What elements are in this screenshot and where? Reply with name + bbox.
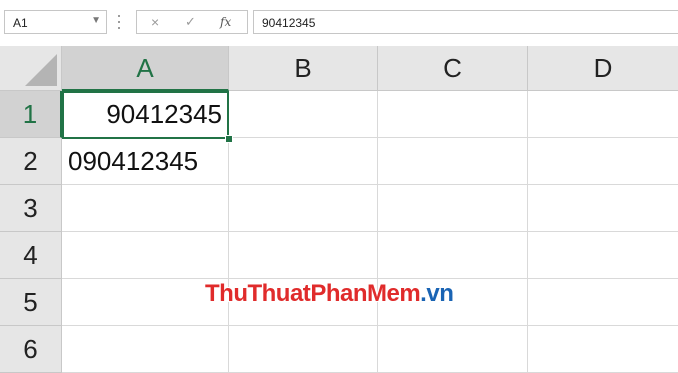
cell-a4[interactable] (62, 232, 229, 279)
name-box-value: A1 (13, 16, 28, 30)
cell-d3[interactable] (528, 185, 678, 232)
column-header-d[interactable]: D (528, 46, 678, 91)
cell-c6[interactable] (378, 326, 528, 373)
row-header-1[interactable]: 1 (0, 91, 62, 138)
cell-a1[interactable]: 90412345 (62, 91, 229, 138)
cell-a5[interactable] (62, 279, 229, 326)
column-header-c[interactable]: C (378, 46, 528, 91)
formula-value: 90412345 (262, 16, 316, 30)
enter-icon[interactable]: ✓ (185, 14, 196, 30)
cell-a6[interactable] (62, 326, 229, 373)
row-header-5[interactable]: 5 (0, 279, 62, 326)
cell-d6[interactable] (528, 326, 678, 373)
cell-c1[interactable] (378, 91, 528, 138)
cell-d1[interactable] (528, 91, 678, 138)
cell-b6[interactable] (229, 326, 378, 373)
cell-b1[interactable] (229, 91, 378, 138)
cell-c3[interactable] (378, 185, 528, 232)
cell-a2[interactable]: 090412345 (62, 138, 229, 185)
chevron-down-icon[interactable]: ▼ (91, 15, 101, 26)
cell-c2[interactable] (378, 138, 528, 185)
name-box[interactable]: A1 ▼ (4, 10, 107, 34)
row-header-3[interactable]: 3 (0, 185, 62, 232)
formula-input[interactable]: 90412345 (253, 10, 678, 34)
watermark-part-1: ThuThuat (205, 280, 311, 307)
drag-handle-icon[interactable] (117, 15, 121, 29)
cell-a3[interactable] (62, 185, 229, 232)
row-header-2[interactable]: 2 (0, 138, 62, 185)
cell-b4[interactable] (229, 232, 378, 279)
cancel-icon[interactable]: × (151, 14, 159, 30)
cell-b3[interactable] (229, 185, 378, 232)
formula-bar-area: A1 ▼ × ✓ fx 90412345 (0, 0, 678, 46)
watermark-logo: ThuThuatPhanMem.vn (205, 280, 454, 308)
select-all-button[interactable] (0, 46, 62, 91)
column-header-a[interactable]: A (62, 46, 229, 91)
formula-controls: × ✓ fx (136, 10, 248, 34)
watermark-part-2: PhanMem (310, 280, 421, 307)
row-header-6[interactable]: 6 (0, 326, 62, 373)
cell-d5[interactable] (528, 279, 678, 326)
column-header-b[interactable]: B (229, 46, 378, 91)
cell-b2[interactable] (229, 138, 378, 185)
fill-handle[interactable] (225, 135, 233, 143)
worksheet-grid: A B C D 1 2 3 4 5 6 90412345 090412345 T… (0, 46, 678, 373)
cell-d4[interactable] (528, 232, 678, 279)
watermark-part-3: .vn (420, 280, 454, 307)
row-header-4[interactable]: 4 (0, 232, 62, 279)
cell-c4[interactable] (378, 232, 528, 279)
insert-function-icon[interactable]: fx (220, 15, 231, 29)
cell-d2[interactable] (528, 138, 678, 185)
